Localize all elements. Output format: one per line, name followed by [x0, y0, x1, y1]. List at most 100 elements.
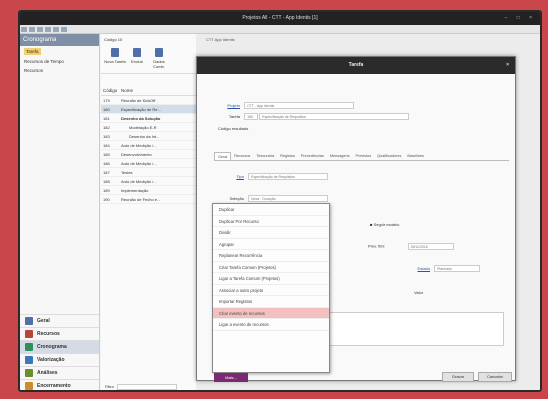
- module-nav: Geral Recursos Cronograma Valorização An…: [20, 314, 99, 390]
- table-row[interactable]: 185 Desenvolvimento: [101, 150, 196, 159]
- table-row[interactable]: 182 Modelação E-R: [101, 123, 196, 132]
- task-code: 189: [103, 187, 110, 193]
- task-name: Especificação de Re...: [121, 106, 161, 112]
- menu-item[interactable]: Importar Registos: [213, 296, 329, 308]
- table-row[interactable]: 180 Especificação de Re...: [101, 105, 196, 114]
- dialog-title: Tarefa: [348, 62, 364, 68]
- column-code[interactable]: Código: [103, 88, 121, 93]
- sidebar-item-tarefa[interactable]: Tarefa: [24, 48, 41, 55]
- tab-precedencias[interactable]: Precedências: [298, 152, 327, 160]
- estado-select[interactable]: Planeado: [434, 265, 481, 272]
- tab-tesouraria[interactable]: Tesouraria: [253, 152, 277, 160]
- filter-bar: Filtro: [105, 384, 177, 390]
- projeto-row: Projeto CTT - App Identis: [214, 102, 355, 109]
- refresh-icon[interactable]: [37, 27, 43, 32]
- table-row[interactable]: 179 Reunião de KickOff: [101, 96, 196, 105]
- menu-item[interactable]: Criar evento de recursos: [213, 307, 329, 319]
- title-bar: Projetos All - CTT - App Identis [1] – □…: [20, 12, 540, 25]
- nav-label: Valorização: [37, 357, 65, 363]
- task-name: Auto de Medição /...: [121, 142, 157, 148]
- tipo-row: Tipo Especificação de Requisitos: [218, 173, 329, 180]
- projeto-field[interactable]: CTT - App Identis: [244, 102, 355, 109]
- nav-encerramento[interactable]: Encerramento: [20, 379, 99, 390]
- nav-label: Geral: [37, 318, 50, 324]
- table-row[interactable]: 187 Testes: [101, 168, 196, 177]
- nav-recursos[interactable]: Recursos: [20, 327, 99, 340]
- prev-date-field[interactable]: 28/11/2016: [407, 243, 454, 250]
- tab-recursos[interactable]: Recursos: [231, 152, 253, 160]
- more-button[interactable]: Mais...: [214, 373, 248, 382]
- home-icon[interactable]: [45, 27, 51, 32]
- dialog-tabs: Geral Recursos Tesouraria Registos Prece…: [214, 152, 509, 161]
- data-button[interactable]: Dados Comb.: [148, 47, 170, 70]
- delete-button[interactable]: Excluir: [126, 47, 148, 70]
- table-row[interactable]: 188 Auto de Medição /...: [101, 177, 196, 186]
- window-controls[interactable]: – □ ×: [505, 12, 537, 25]
- nav-label: Análises: [37, 370, 58, 376]
- ribbon: Nova Tarefa Excluir Dados Comb.: [101, 44, 196, 74]
- nav-geral[interactable]: Geral: [20, 314, 99, 327]
- print-icon[interactable]: [61, 27, 67, 32]
- projeto-label[interactable]: Projeto: [214, 103, 240, 108]
- prev-row: Prev. fimi 28/11/2016: [368, 243, 454, 250]
- menu-item[interactable]: Associar a outro projeto: [213, 285, 329, 296]
- table-row[interactable]: 181 Desenho da Solução: [101, 114, 196, 123]
- nav-analises[interactable]: Análises: [20, 366, 99, 379]
- back-icon[interactable]: [21, 27, 27, 32]
- menu-item[interactable]: Ligar a Tarefa Comum (Projetos): [213, 273, 329, 285]
- nav-valorizacao[interactable]: Valorização: [20, 353, 99, 366]
- table-row[interactable]: 190 Reunião de Fecho e...: [101, 195, 196, 204]
- task-name: Implementação: [121, 187, 149, 193]
- task-code: 184: [103, 142, 110, 148]
- prev-label: Prev. fimi: [368, 243, 385, 249]
- forward-icon[interactable]: [29, 27, 35, 32]
- cancel-button[interactable]: Cancelar: [478, 372, 512, 382]
- task-code: 186: [103, 160, 110, 166]
- menu-item[interactable]: Agrupar: [213, 239, 329, 250]
- codigo-label: Código resultado: [218, 126, 249, 131]
- tarefa-label: Tarefa: [228, 113, 240, 119]
- nav-label: Encerramento: [37, 383, 71, 389]
- tab-qualificadores[interactable]: Qualificadores: [374, 152, 404, 160]
- filter-input[interactable]: [116, 384, 177, 390]
- save-button[interactable]: Gravar: [442, 372, 474, 382]
- column-name[interactable]: Nome: [121, 88, 133, 93]
- new-task-icon: [111, 48, 119, 57]
- tarefa-name-field[interactable]: Especificação de Requisitos: [259, 113, 410, 120]
- menu-item[interactable]: Ligar a evento de recursos: [213, 319, 329, 331]
- new-task-button[interactable]: Nova Tarefa: [104, 47, 126, 70]
- resources-icon: [25, 330, 33, 338]
- task-name: Testes: [121, 169, 133, 175]
- menu-item[interactable]: Dividir: [213, 227, 329, 239]
- menu-item[interactable]: Duplicar Por Recurso: [213, 216, 329, 227]
- grid-header: Código Nome: [101, 86, 196, 96]
- tipo-select[interactable]: Especificação de Requisitos: [248, 173, 329, 180]
- code-filter[interactable]: Código 10: [101, 34, 196, 44]
- estado-label[interactable]: Estado: [410, 266, 430, 271]
- tab-mensagens[interactable]: Mensagens: [327, 152, 353, 160]
- sidebar-item-recursos[interactable]: Recursos: [20, 66, 99, 75]
- close-icon[interactable]: ×: [506, 57, 509, 74]
- tab-geral[interactable]: Geral: [214, 152, 232, 160]
- tab-registos[interactable]: Registos: [277, 152, 298, 160]
- table-row[interactable]: 184 Auto de Medição /...: [101, 141, 196, 150]
- table-row[interactable]: 183 Desenho da Int...: [101, 132, 196, 141]
- save-icon[interactable]: [53, 27, 59, 32]
- task-code: 188: [103, 178, 110, 184]
- menu-item[interactable]: Replanear Recorrência: [213, 250, 329, 262]
- sidebar: Cronograma Tarefa Recursos de Tempo Recu…: [20, 34, 100, 390]
- menu-item[interactable]: Criar Tarefa Comum (Projetos): [213, 262, 329, 273]
- checkbox-icon[interactable]: ■: [370, 222, 372, 227]
- task-name: Auto de Medição /...: [121, 178, 157, 184]
- tarefa-code-field[interactable]: 180: [244, 113, 259, 120]
- selecao-select[interactable]: Nova · Duração: [248, 195, 329, 202]
- ribbon-label: Excluir: [130, 59, 143, 64]
- table-row[interactable]: 189 Implementação: [101, 186, 196, 195]
- tab-previstos[interactable]: Previstos: [353, 152, 375, 160]
- menu-item[interactable]: Duplicar: [213, 204, 329, 216]
- tipo-label[interactable]: Tipo: [218, 174, 244, 179]
- sidebar-item-recursos-tempo[interactable]: Recursos de Tempo: [20, 57, 99, 66]
- table-row[interactable]: 186 Auto de Medição /...: [101, 159, 196, 168]
- tab-baselines[interactable]: Baselines: [404, 152, 426, 160]
- nav-cronograma[interactable]: Cronograma: [20, 340, 99, 353]
